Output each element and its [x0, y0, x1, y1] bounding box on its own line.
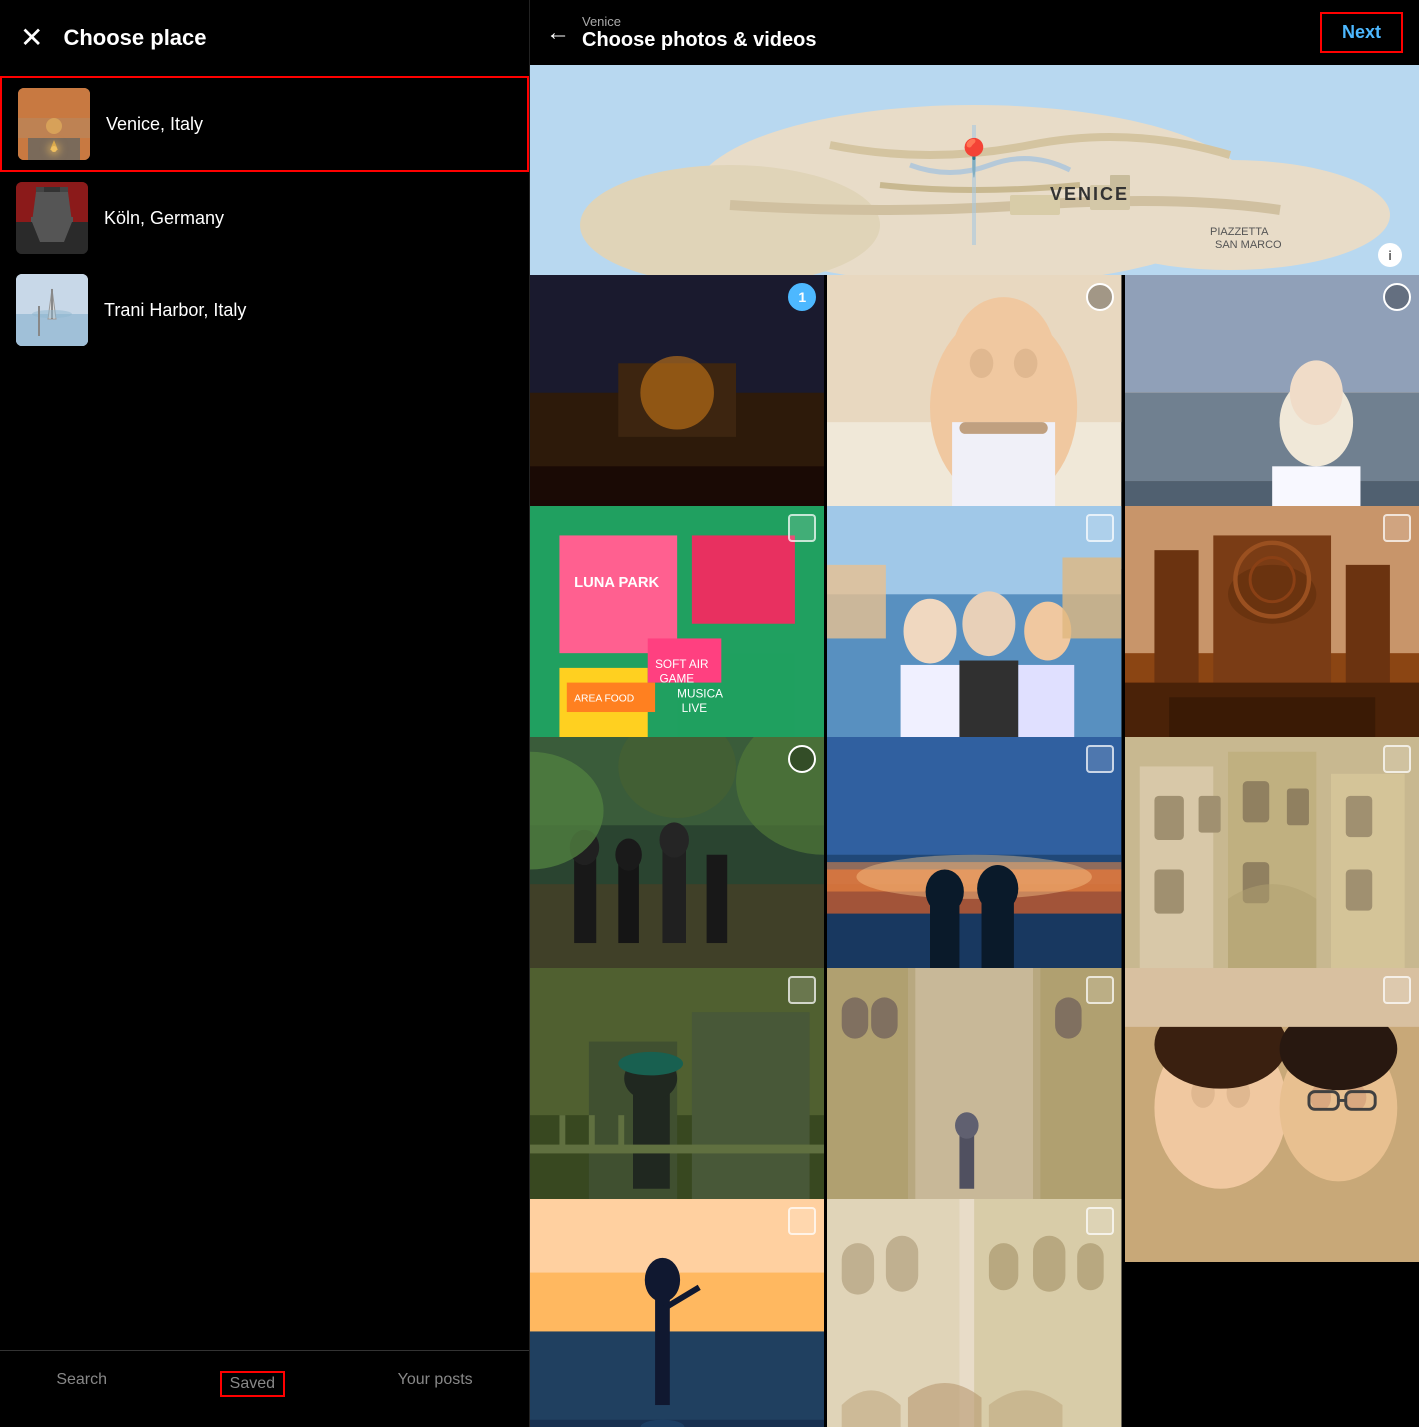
- back-icon[interactable]: ←: [546, 19, 570, 47]
- place-item-koln[interactable]: Köln, Germany: [0, 172, 529, 264]
- svg-text:📍: 📍: [952, 137, 997, 178]
- photo-select-14[interactable]: [1086, 1207, 1114, 1235]
- tab-search[interactable]: Search: [56, 1371, 107, 1397]
- photo-select-9[interactable]: [1383, 745, 1411, 773]
- photo-cell-13[interactable]: [530, 1199, 824, 1427]
- svg-text:MUSICA: MUSICA: [677, 687, 723, 700]
- header-subtitle: Venice: [582, 14, 816, 29]
- svg-text:AREA FOOD: AREA FOOD: [574, 694, 634, 705]
- place-name-koln: Köln, Germany: [104, 208, 224, 229]
- photo-cell-12[interactable]: [1125, 968, 1419, 1262]
- header-title: Choose photos & videos: [582, 29, 816, 52]
- close-icon[interactable]: ✕: [20, 24, 43, 52]
- photo-select-5[interactable]: [1086, 514, 1114, 542]
- place-thumbnail-venice: [18, 88, 90, 160]
- photo-select-3[interactable]: [1383, 283, 1411, 311]
- page-title: Choose place: [63, 25, 206, 51]
- photo-select-8[interactable]: [1086, 745, 1114, 773]
- photo-select-2[interactable]: [1086, 283, 1114, 311]
- place-name-trani: Trani Harbor, Italy: [104, 300, 246, 321]
- right-header-left: ← Venice Choose photos & videos: [546, 14, 816, 52]
- svg-text:PIAZZETTA: PIAZZETTA: [1210, 226, 1269, 238]
- left-panel: ✕ Choose place Venice, Italy: [0, 0, 530, 1427]
- photo-select-13[interactable]: [788, 1207, 816, 1235]
- svg-text:SOFT AIR: SOFT AIR: [655, 658, 708, 671]
- place-list: Venice, Italy Köln, Germany: [0, 76, 529, 1350]
- place-name-venice: Venice, Italy: [106, 114, 203, 135]
- svg-text:VENICE: VENICE: [1050, 184, 1129, 204]
- svg-text:LUNA PARK: LUNA PARK: [574, 575, 659, 591]
- right-panel: ← Venice Choose photos & videos Next: [530, 0, 1419, 1427]
- photo-select-12[interactable]: [1383, 976, 1411, 1004]
- photo-select-4[interactable]: [788, 514, 816, 542]
- right-header-titles: Venice Choose photos & videos: [582, 14, 816, 52]
- tab-saved[interactable]: Saved: [220, 1371, 285, 1397]
- photo-select-10[interactable]: [788, 976, 816, 1004]
- photo-select-11[interactable]: [1086, 976, 1114, 1004]
- photo-grid: 1: [530, 275, 1419, 1427]
- map-area: 📍 VENICE PIAZZETTA SAN MARCO i: [530, 65, 1419, 275]
- left-header: ✕ Choose place: [0, 0, 529, 76]
- bottom-tabs: Search Saved Your posts: [0, 1350, 529, 1427]
- svg-text:GAME: GAME: [660, 673, 695, 686]
- place-item-venice[interactable]: Venice, Italy: [0, 76, 529, 172]
- next-button[interactable]: Next: [1320, 12, 1403, 53]
- place-thumbnail-koln: [16, 182, 88, 254]
- right-header: ← Venice Choose photos & videos Next: [530, 0, 1419, 65]
- photo-cell-14[interactable]: [827, 1199, 1121, 1427]
- svg-text:LIVE: LIVE: [682, 702, 708, 715]
- tab-your-posts[interactable]: Your posts: [398, 1371, 473, 1397]
- svg-text:SAN MARCO: SAN MARCO: [1215, 239, 1282, 251]
- svg-text:i: i: [1388, 248, 1392, 263]
- place-item-trani[interactable]: Trani Harbor, Italy: [0, 264, 529, 356]
- place-thumbnail-trani: [16, 274, 88, 346]
- photo-select-6[interactable]: [1383, 514, 1411, 542]
